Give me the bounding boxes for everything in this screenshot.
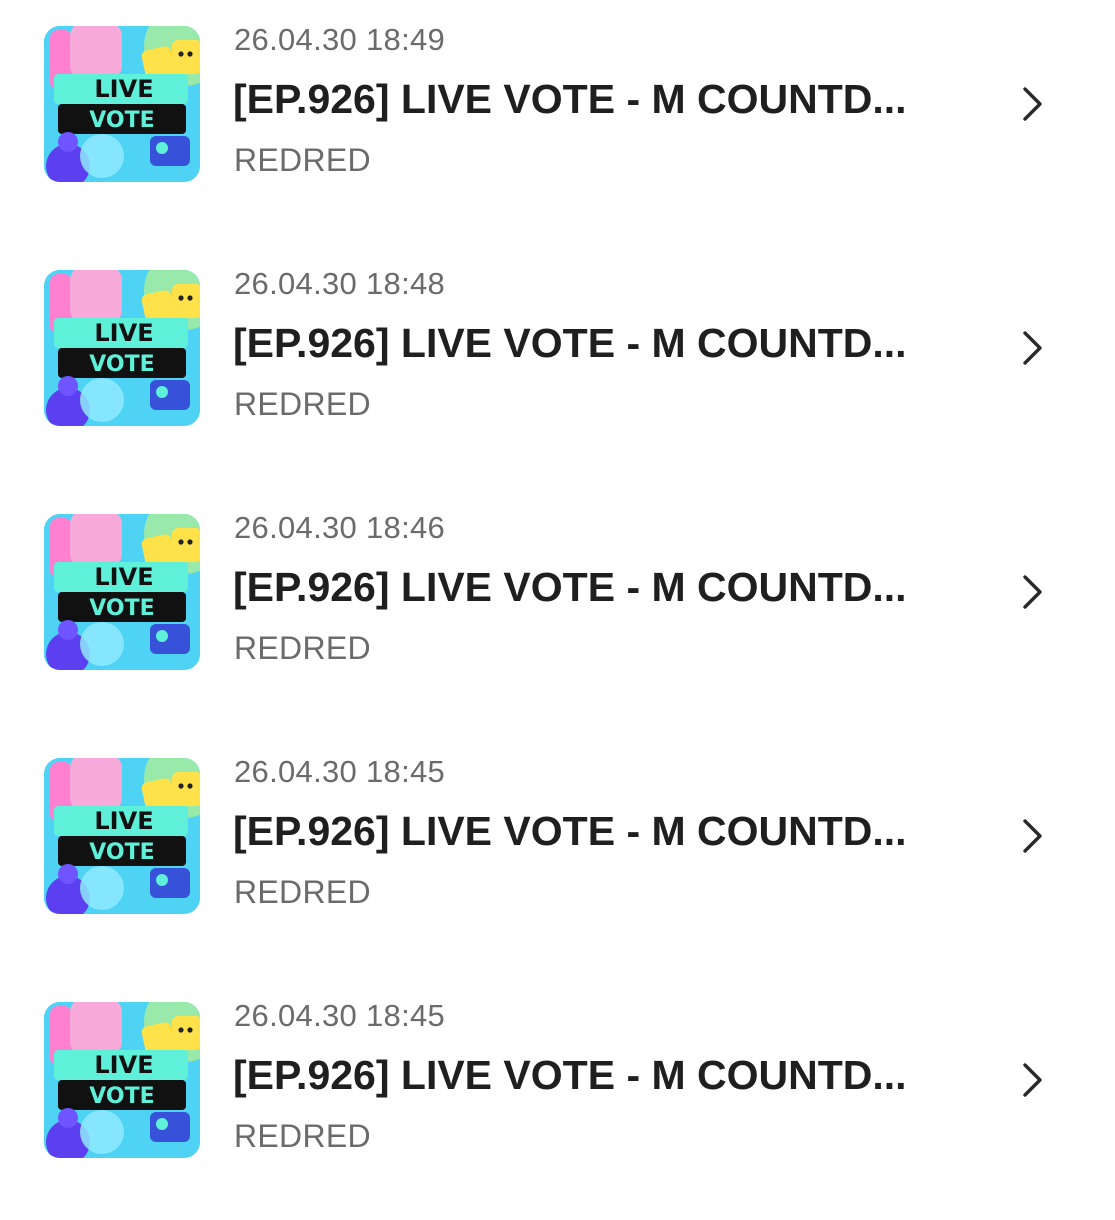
message-date: 26.04.30 18:46 xyxy=(234,510,446,545)
list-item[interactable]: LIVE VOTE 26.04.30 18:48 [EP.926] LIVE V… xyxy=(0,244,1115,488)
message-sender: REDRED xyxy=(234,1118,371,1154)
live-vote-artwork: LIVE VOTE xyxy=(44,270,200,426)
thumb-text-vote: VOTE xyxy=(89,1084,154,1109)
message-date: 26.04.30 18:45 xyxy=(234,998,446,1033)
live-vote-artwork: LIVE VOTE xyxy=(44,26,200,182)
message-title: [EP.926] LIVE VOTE - M COUNTD... xyxy=(233,808,907,854)
chevron-right-icon[interactable] xyxy=(1018,85,1048,123)
chevron-right-icon[interactable] xyxy=(1018,329,1048,367)
thumb-text-vote: VOTE xyxy=(89,840,154,865)
thumb-text-vote: VOTE xyxy=(89,596,154,621)
message-title: [EP.926] LIVE VOTE - M COUNTD... xyxy=(233,564,907,610)
message-date: 26.04.30 18:45 xyxy=(234,754,446,789)
message-title: [EP.926] LIVE VOTE - M COUNTD... xyxy=(233,1052,907,1098)
live-vote-artwork: LIVE VOTE xyxy=(44,514,200,670)
thumb-text-live: LIVE xyxy=(94,563,153,591)
live-vote-thumbnail: LIVE VOTE xyxy=(44,1002,200,1158)
thumb-text-vote: VOTE xyxy=(89,352,154,377)
thumb-text-vote: VOTE xyxy=(89,108,154,133)
list-item[interactable]: LIVE VOTE 26.04.30 18:45 [EP.926] LIVE V… xyxy=(0,732,1115,976)
message-title: [EP.926] LIVE VOTE - M COUNTD... xyxy=(233,76,907,122)
chevron-right-icon[interactable] xyxy=(1018,573,1048,611)
message-title: [EP.926] LIVE VOTE - M COUNTD... xyxy=(233,320,907,366)
list-item[interactable]: LIVE VOTE 26.04.30 18:49 [EP.926] LIVE V… xyxy=(0,0,1115,244)
thumb-text-live: LIVE xyxy=(94,319,153,347)
thumb-text-live: LIVE xyxy=(94,1051,153,1079)
live-vote-thumbnail: LIVE VOTE xyxy=(44,270,200,426)
live-vote-thumbnail: LIVE VOTE xyxy=(44,26,200,182)
message-sender: REDRED xyxy=(234,142,371,178)
live-vote-artwork: LIVE VOTE xyxy=(44,1002,200,1158)
message-date: 26.04.30 18:49 xyxy=(234,22,446,57)
live-vote-artwork: LIVE VOTE xyxy=(44,758,200,914)
message-date: 26.04.30 18:48 xyxy=(234,266,446,301)
live-vote-thumbnail: LIVE VOTE xyxy=(44,758,200,914)
list-item[interactable]: LIVE VOTE 26.04.30 18:46 [EP.926] LIVE V… xyxy=(0,488,1115,732)
chevron-right-icon[interactable] xyxy=(1018,1061,1048,1099)
chevron-right-icon[interactable] xyxy=(1018,817,1048,855)
thumb-text-live: LIVE xyxy=(94,807,153,835)
message-sender: REDRED xyxy=(234,630,371,666)
message-sender: REDRED xyxy=(234,874,371,910)
list-item[interactable]: LIVE VOTE 26.04.30 18:45 [EP.926] LIVE V… xyxy=(0,976,1115,1220)
thumb-text-live: LIVE xyxy=(94,75,153,103)
message-sender: REDRED xyxy=(234,386,371,422)
live-vote-thumbnail: LIVE VOTE xyxy=(44,514,200,670)
